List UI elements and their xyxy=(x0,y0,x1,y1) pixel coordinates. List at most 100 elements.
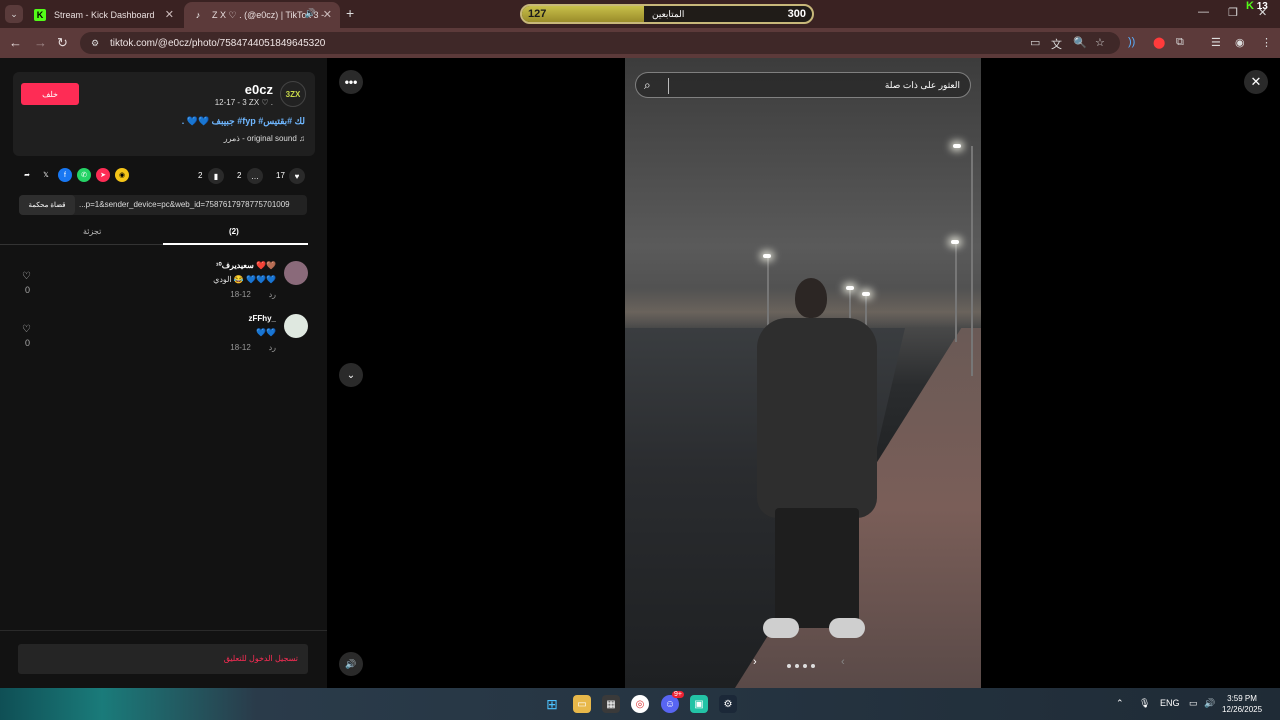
follower-goal-overlay: 127 المتابعين 300 xyxy=(520,4,814,24)
photo-prev-arrow-icon[interactable]: ‹ xyxy=(841,656,845,668)
close-tab-icon[interactable]: ✕ xyxy=(165,8,174,21)
back-icon[interactable]: ← xyxy=(9,35,22,50)
network-icon[interactable]: ▭ xyxy=(1189,698,1198,709)
close-viewer-icon[interactable]: ✕ xyxy=(1244,70,1268,94)
minimize-icon[interactable]: — xyxy=(1198,6,1209,18)
extension-red-icon[interactable]: ⬤ xyxy=(1153,36,1165,49)
menu-kebab-icon[interactable]: ⋮ xyxy=(1261,36,1272,49)
share-arrow-icon[interactable]: ➦ xyxy=(20,168,34,182)
comment-date: 12-18 xyxy=(230,290,251,299)
comment-icon[interactable]: … xyxy=(247,168,263,184)
follow-button[interactable]: خلف xyxy=(21,83,79,105)
person-head xyxy=(795,278,827,318)
address-toolbar: ← → ↻ ⚙ tiktok.com/@e0cz/photo/758474405… xyxy=(0,28,1280,58)
new-tab-button[interactable]: + xyxy=(346,5,354,21)
tray-chevron-icon[interactable]: ⌃ xyxy=(1116,698,1124,709)
app-icon[interactable]: ▣ xyxy=(690,695,708,713)
tab-tiktok[interactable]: ♪ Z X ♡ . (@e0cz) | TikTok 3 - 🔊 ✕ xyxy=(184,2,340,28)
post-actions-row: ➦ 𝕏 f ✆ ➤ ◉ 2 ▮ 2 … 17 ♥ xyxy=(20,168,310,188)
street-pole xyxy=(971,146,973,376)
person-coat xyxy=(757,318,877,518)
reload-icon[interactable]: ↻ xyxy=(57,35,68,51)
site-info-icon[interactable]: ⚙ xyxy=(88,36,102,50)
discord-badge: 9+ xyxy=(672,691,684,698)
restore-icon[interactable]: ❐ xyxy=(1228,6,1238,19)
steam-icon[interactable]: ⚙ xyxy=(719,695,737,713)
share-link-row: قضاة محكمة ...p=1&sender_device=pc&web_i… xyxy=(19,195,307,215)
copy-link-button[interactable]: قضاة محكمة xyxy=(19,195,75,215)
photo-dot[interactable] xyxy=(803,664,807,668)
street-lamp xyxy=(951,240,959,244)
author-subtitle: 12-17 - 3 ZX ♡ . xyxy=(214,98,273,107)
comment-like-icon[interactable]: ♡ xyxy=(22,271,31,282)
reading-list-icon[interactable]: ☰ xyxy=(1211,36,1221,49)
photo-dot[interactable] xyxy=(795,664,799,668)
comment-reply[interactable]: رد xyxy=(269,343,276,352)
embed-share-icon[interactable]: ◉ xyxy=(115,168,129,182)
x-share-icon[interactable]: 𝕏 xyxy=(39,168,53,182)
post-photo[interactable]: ⌕ العثور على ذات صلة › ‹ xyxy=(625,58,981,688)
commenter-name[interactable]: سعيديرف¹⁰ ❤️🤎 xyxy=(216,261,276,270)
bookmark-icon[interactable]: ▮ xyxy=(208,168,224,184)
share-link-text[interactable]: ...p=1&sender_device=pc&web_id=758761797… xyxy=(79,200,303,209)
tab-comments[interactable]: (2) xyxy=(229,227,239,236)
follower-goal: 300 xyxy=(787,8,806,20)
whatsapp-share-icon[interactable]: ✆ xyxy=(77,168,91,182)
comment-like-icon[interactable]: ♡ xyxy=(22,324,31,335)
commenter-avatar[interactable] xyxy=(284,261,308,285)
cast-icon[interactable]: ▭ xyxy=(1030,36,1040,49)
extensions-puzzle-icon[interactable]: ⧉ xyxy=(1176,36,1184,49)
close-tab-icon[interactable]: ✕ xyxy=(323,8,332,21)
store-icon[interactable]: ▦ xyxy=(602,695,620,713)
person-legs xyxy=(775,508,859,628)
zoom-icon[interactable]: 🔍 xyxy=(1073,36,1087,49)
language-indicator[interactable]: ENG xyxy=(1160,698,1180,708)
person-shoe xyxy=(829,618,865,638)
tab-search-dropdown[interactable]: ⌄ xyxy=(5,5,23,23)
file-explorer-icon[interactable]: ▭ xyxy=(573,695,591,713)
street-pole xyxy=(955,242,957,342)
author-username[interactable]: e0cz xyxy=(245,82,273,97)
forward-icon[interactable]: → xyxy=(34,35,47,50)
translate-icon[interactable]: 文 xyxy=(1051,36,1062,52)
extension-wave-icon[interactable]: )) xyxy=(1128,36,1135,48)
send-share-icon[interactable]: ➤ xyxy=(96,168,110,182)
author-card: خلف 3ZX e0cz 12-17 - 3 ZX ♡ . . 💙💙 جبيبف… xyxy=(13,72,315,156)
taskbar-clock[interactable]: 3:59 PM 12/26/2025 xyxy=(1222,693,1262,715)
url-field[interactable]: ⚙ tiktok.com/@e0cz/photo/758474405184964… xyxy=(80,32,1120,54)
speaker-icon[interactable]: 🔊 xyxy=(305,8,316,19)
sound-row[interactable]: ذمرر - original sound ♫ xyxy=(224,134,305,143)
volume-tray-icon[interactable]: 🔊 xyxy=(1204,698,1215,709)
tab-kick-dashboard[interactable]: K Stream - Kick Dashboard ✕ xyxy=(26,2,182,28)
comment-meta: رد 12-18 xyxy=(230,290,276,299)
comment-item: سعيديرف¹⁰ ❤️🤎 الودي 😂 💙💙💙 رد 12-18 ♡ 0 xyxy=(20,261,308,305)
post-caption: . 💙💙 جبيبف #fyp #لك #بقتيس xyxy=(181,116,305,126)
search-caret xyxy=(668,78,669,94)
next-post-chevron-icon[interactable]: ⌄ xyxy=(339,363,363,387)
tab-related[interactable]: تجزئة xyxy=(83,227,101,236)
related-search-bar[interactable]: ⌕ العثور على ذات صلة xyxy=(635,72,971,98)
chrome-icon[interactable]: ◎ xyxy=(631,695,649,713)
profile-avatar-icon[interactable]: ◉ xyxy=(1235,36,1245,49)
sound-label: ذمرر - original sound xyxy=(223,134,297,143)
commenter-avatar[interactable] xyxy=(284,314,308,338)
person-shoe xyxy=(763,618,799,638)
login-to-comment-label[interactable]: تسجيل الدخول للتعليق xyxy=(224,654,298,663)
windows-start-icon[interactable]: ⊞ xyxy=(543,695,561,713)
street-lamp xyxy=(953,144,961,148)
login-to-comment-box[interactable]: تسجيل الدخول للتعليق xyxy=(18,644,308,674)
street-lamp xyxy=(763,254,771,258)
photo-dot[interactable] xyxy=(811,664,815,668)
more-options-button[interactable]: ••• xyxy=(339,70,363,94)
commenter-name[interactable]: zFFhy_ xyxy=(248,314,276,323)
comments-tabs: تجزئة (2) xyxy=(0,221,308,245)
mic-icon[interactable]: 🎙 xyxy=(1139,698,1150,709)
author-avatar[interactable]: 3ZX xyxy=(280,81,306,107)
photo-dot[interactable] xyxy=(787,664,791,668)
bookmark-star-icon[interactable]: ☆ xyxy=(1095,36,1105,49)
heart-icon[interactable]: ♥ xyxy=(289,168,305,184)
search-icon[interactable]: ⌕ xyxy=(644,78,651,93)
comment-reply[interactable]: رد xyxy=(269,290,276,299)
facebook-share-icon[interactable]: f xyxy=(58,168,72,182)
volume-icon[interactable]: 🔊 xyxy=(339,652,363,676)
